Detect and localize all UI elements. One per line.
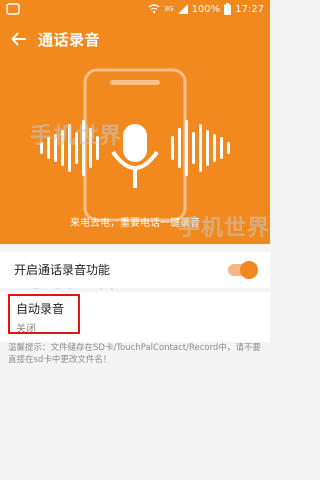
toggle-knob: [240, 261, 258, 279]
page-title: 通话录音: [38, 31, 101, 49]
signal-icon: [177, 4, 188, 14]
status-bar: 3G 100% 17:27: [0, 0, 270, 18]
battery-percent: 100%: [191, 3, 221, 15]
tip-text: 温馨提示：文件储存在SD卡/TouchPalContact/Record中，请不…: [8, 343, 261, 365]
network-type: 3G: [163, 5, 174, 13]
app-bar: 通话录音: [0, 18, 270, 62]
back-arrow-icon[interactable]: [10, 30, 28, 48]
wifi-icon: [148, 4, 160, 14]
battery-icon: [224, 3, 232, 15]
watermark: 手机世界: [178, 216, 271, 241]
notification-icon: [6, 3, 20, 15]
enable-recording-label: 开启通话录音功能: [14, 263, 111, 277]
enable-recording-toggle[interactable]: [228, 261, 258, 279]
enable-recording-row[interactable]: 开启通话录音功能: [0, 252, 270, 288]
highlight-box: [8, 294, 80, 334]
clock: 17:27: [235, 3, 264, 15]
watermark: 手机世界: [30, 124, 123, 149]
